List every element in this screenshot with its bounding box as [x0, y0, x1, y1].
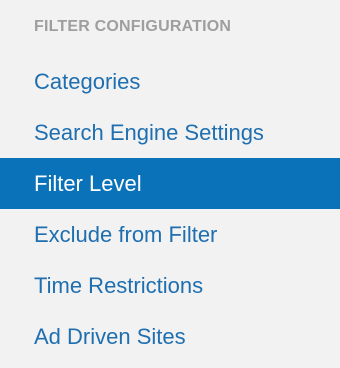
menu-item-exclude-from-filter[interactable]: Exclude from Filter [0, 209, 340, 260]
filter-menu: Categories Search Engine Settings Filter… [0, 56, 340, 362]
menu-item-time-restrictions[interactable]: Time Restrictions [0, 260, 340, 311]
filter-configuration-panel: FILTER CONFIGURATION Categories Search E… [0, 0, 340, 368]
menu-item-filter-level[interactable]: Filter Level [0, 158, 340, 209]
section-heading: FILTER CONFIGURATION [34, 18, 232, 35]
menu-item-search-engine-settings[interactable]: Search Engine Settings [0, 107, 340, 158]
menu-item-categories[interactable]: Categories [0, 56, 340, 107]
menu-item-ad-driven-sites[interactable]: Ad Driven Sites [0, 311, 340, 362]
